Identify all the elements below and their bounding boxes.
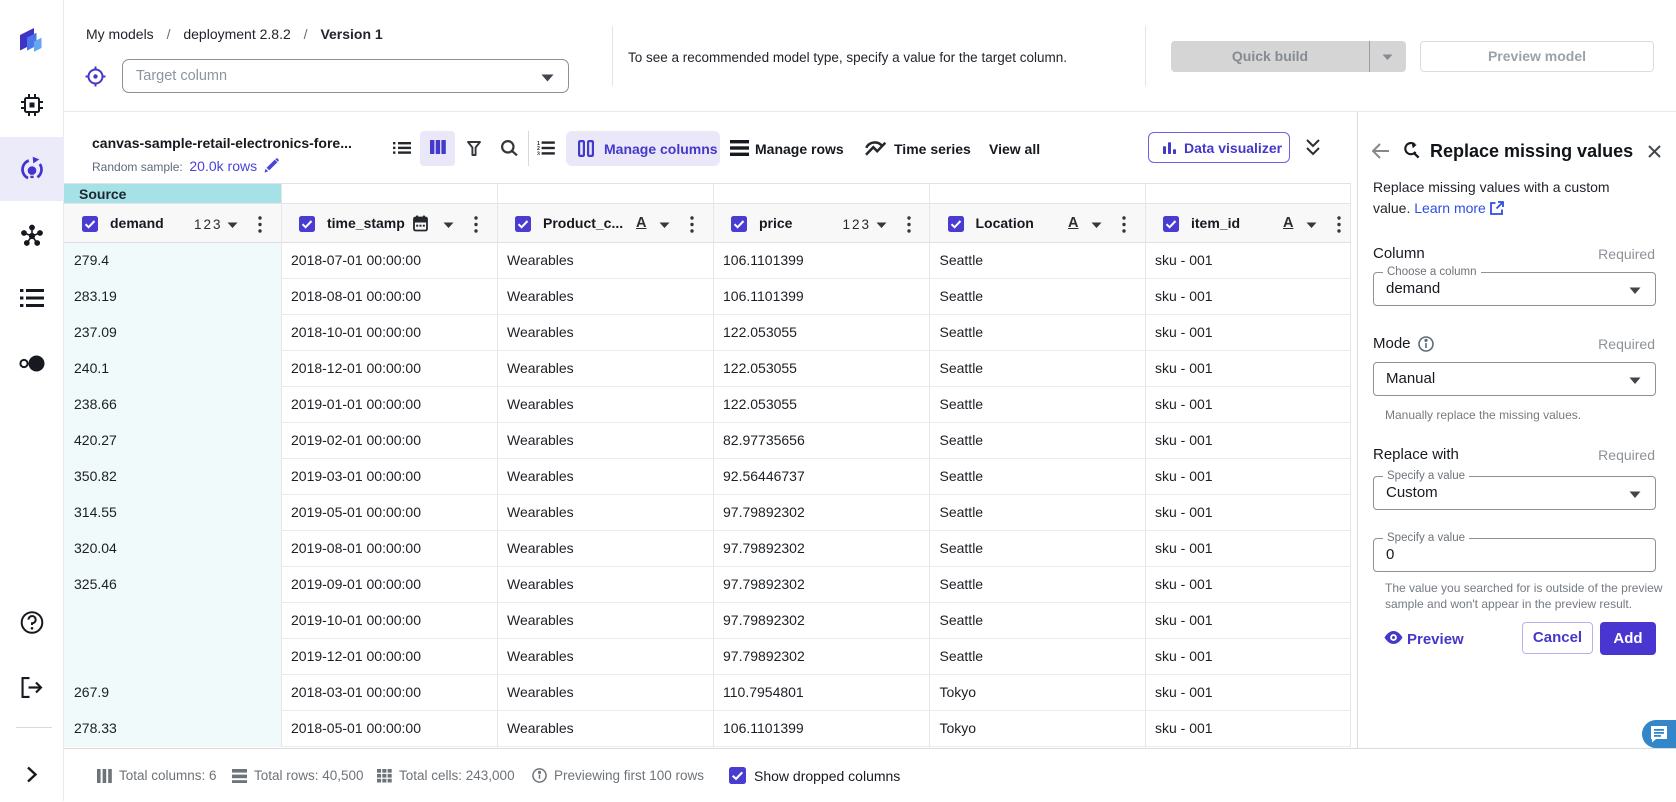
svg-text:3: 3 <box>537 151 540 155</box>
